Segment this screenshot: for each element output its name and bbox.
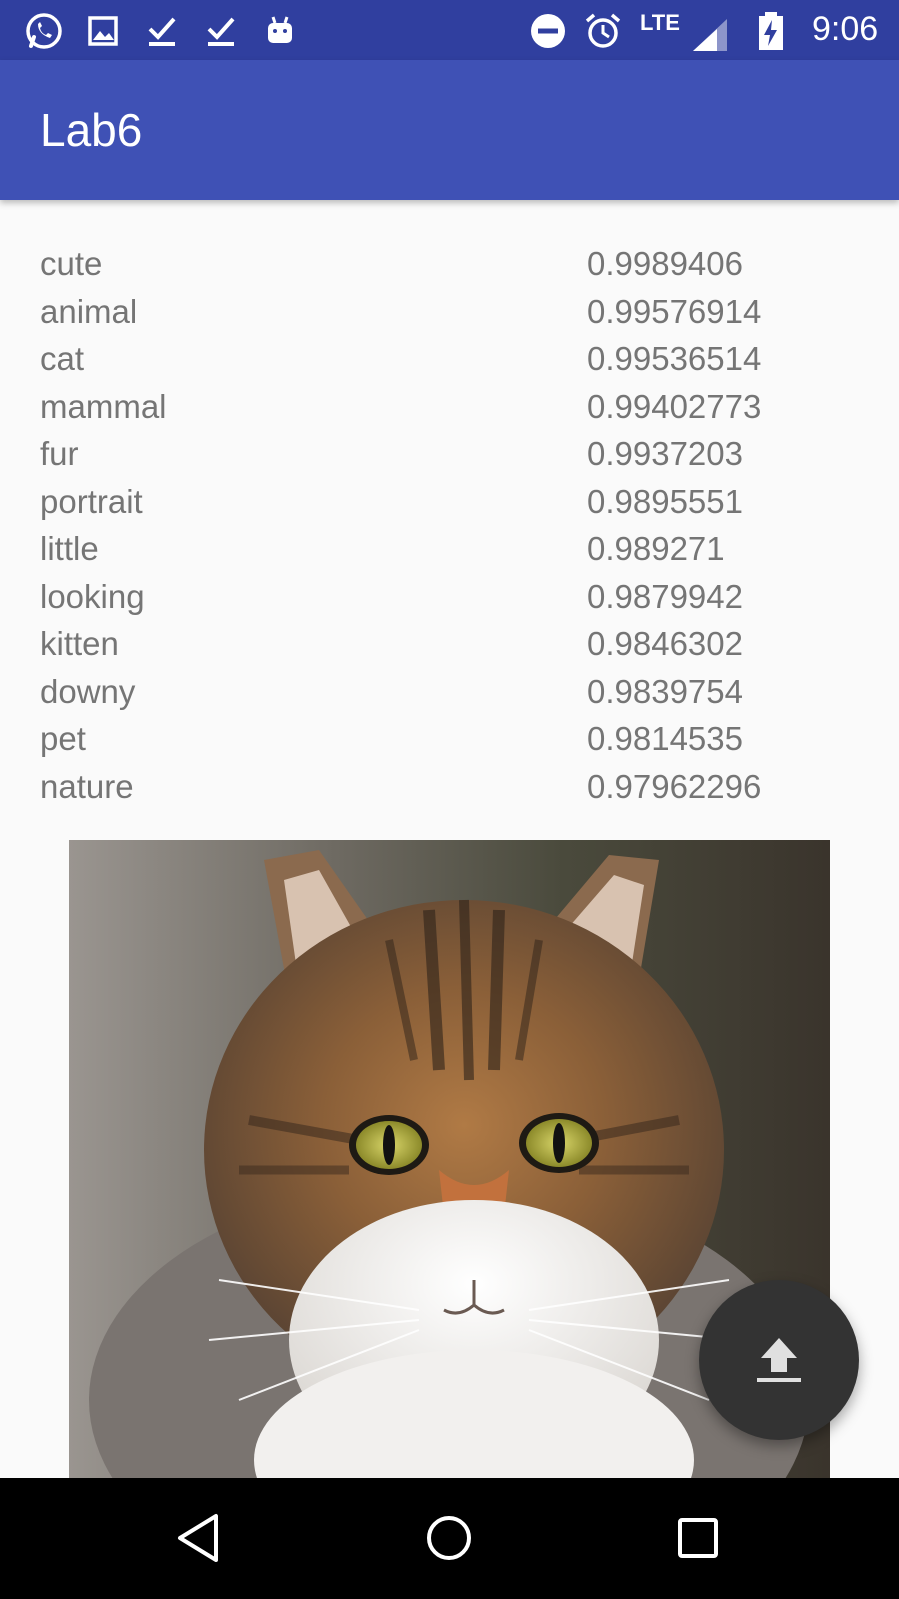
label-tag: pet	[40, 720, 86, 757]
label-score: 0.9846302	[587, 625, 743, 662]
label-row: portrait 0.9895551	[40, 478, 859, 526]
app-bar: Lab6	[0, 60, 899, 200]
label-row: kitten 0.9846302	[40, 620, 859, 668]
gallery-icon	[82, 10, 124, 52]
label-tag: looking	[40, 577, 145, 615]
label-row: fur 0.9937203	[40, 430, 859, 478]
label-row: looking 0.9879942	[40, 573, 859, 621]
label-score: 0.9839754	[587, 672, 743, 710]
label-tag: little	[40, 530, 99, 567]
label-score: 0.97962296	[587, 767, 762, 805]
label-score: 0.99402773	[587, 387, 762, 425]
whatsapp-icon	[23, 10, 65, 52]
label-score: 0.9937203	[587, 435, 743, 472]
label-row: cute 0.9989406	[40, 240, 859, 288]
label-score: 0.9879942	[587, 577, 743, 615]
back-icon	[178, 1514, 218, 1562]
upload-icon	[757, 1338, 801, 1382]
status-time: 9:06	[812, 10, 879, 48]
label-score: 0.989271	[587, 530, 725, 567]
label-tag: kitten	[40, 625, 119, 662]
app-title: Lab6	[40, 104, 143, 156]
label-row: animal 0.99576914	[40, 288, 859, 336]
label-row: downy 0.9839754	[40, 668, 859, 716]
alarm-icon	[582, 10, 624, 52]
network-type: LTE	[640, 10, 680, 35]
label-score: 0.9989406	[587, 245, 743, 282]
recents-button[interactable]	[653, 1498, 743, 1578]
home-icon	[427, 1516, 471, 1560]
navigation-bar	[0, 1478, 899, 1599]
label-tag: cute	[40, 245, 103, 282]
label-score: 0.99576914	[587, 292, 762, 330]
home-button[interactable]	[404, 1498, 494, 1578]
label-row: mammal 0.99402773	[40, 383, 859, 431]
label-score: 0.9895551	[587, 482, 743, 520]
label-tag: cat	[40, 340, 85, 377]
download-done-icon	[200, 10, 242, 52]
label-row: little 0.989271	[40, 525, 859, 573]
recents-icon	[678, 1518, 718, 1558]
download-done-icon	[141, 10, 183, 52]
labels-list: cute 0.9989406 animal 0.99576914 cat 0.9953…	[40, 240, 859, 810]
label-tag: fur	[40, 435, 79, 472]
upload-fab[interactable]	[699, 1280, 859, 1440]
battery-charging-icon	[750, 10, 792, 52]
label-tag: mammal	[40, 387, 167, 425]
label-row: nature 0.97962296	[40, 763, 859, 811]
status-bar: LTE 9:06	[0, 0, 899, 60]
label-tag: nature	[40, 767, 134, 805]
back-button[interactable]	[155, 1498, 245, 1578]
signal-icon	[690, 14, 732, 56]
label-score: 0.99536514	[587, 340, 762, 377]
label-score: 0.9814535	[587, 720, 743, 757]
label-tag: animal	[40, 292, 138, 330]
label-row: cat 0.99536514	[40, 335, 859, 383]
do-not-disturb-icon	[527, 10, 569, 52]
label-row: pet 0.9814535	[40, 715, 859, 763]
label-tag: downy	[40, 672, 136, 710]
android-icon	[259, 10, 301, 52]
label-tag: portrait	[40, 482, 143, 520]
